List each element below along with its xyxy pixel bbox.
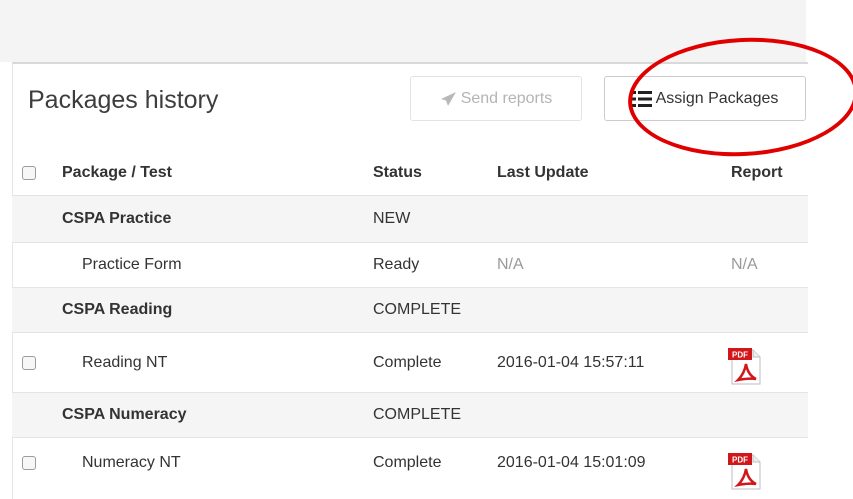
col-report-header: Report [731, 164, 783, 181]
row-checkbox[interactable] [22, 456, 36, 470]
group-status: COMPLETE [373, 406, 462, 423]
test-status: Ready [373, 256, 420, 273]
list-icon [631, 90, 652, 107]
test-status: Complete [373, 454, 442, 471]
select-all-checkbox[interactable] [22, 166, 36, 180]
test-row-numeracy-nt: Numeracy NT Complete 2016-01-04 15:01:09… [12, 438, 808, 499]
group-row-cspa-reading: CSPA Reading COMPLETE [12, 288, 808, 333]
pdf-badge-text: PDF [732, 351, 748, 360]
paper-plane-icon [440, 91, 456, 106]
col-last-update-header: Last Update [497, 164, 589, 181]
test-status: Complete [373, 353, 442, 371]
col-status-header: Status [373, 164, 422, 181]
test-name: Numeracy NT [82, 454, 181, 471]
test-report: N/A [731, 256, 758, 273]
test-row-practice-form: Practice Form Ready N/A N/A [12, 243, 808, 288]
col-package-header: Package / Test [62, 164, 172, 181]
group-status: COMPLETE [373, 301, 462, 318]
panel-title: Packages history [28, 86, 219, 114]
group-name: CSPA Numeracy [62, 406, 187, 423]
assign-packages-button[interactable]: Assign Packages [604, 76, 806, 121]
test-last-update: 2016-01-04 15:01:09 [497, 454, 646, 471]
test-row-reading-nt: Reading NT Complete 2016-01-04 15:57:11 … [12, 333, 808, 393]
row-checkbox[interactable] [22, 355, 36, 370]
table-header: Package / Test Status Last Update Report [12, 151, 808, 196]
send-reports-button[interactable]: Send reports [410, 76, 582, 121]
group-status: NEW [373, 210, 411, 227]
send-reports-label: Send reports [460, 89, 553, 107]
pdf-icon[interactable]: PDF [726, 451, 764, 491]
group-name: CSPA Practice [62, 210, 172, 227]
test-last-update: 2016-01-04 15:57:11 [497, 353, 645, 371]
pdf-icon[interactable]: PDF [726, 346, 764, 386]
group-row-cspa-practice: CSPA Practice NEW [12, 196, 808, 243]
assign-packages-label: Assign Packages [655, 89, 779, 107]
group-name: CSPA Reading [62, 301, 173, 318]
test-last-update: N/A [497, 256, 524, 273]
test-name: Reading NT [82, 353, 168, 371]
pdf-badge-text: PDF [732, 456, 748, 465]
top-band [0, 0, 806, 62]
test-name: Practice Form [82, 256, 182, 273]
group-row-cspa-numeracy: CSPA Numeracy COMPLETE [12, 393, 808, 438]
